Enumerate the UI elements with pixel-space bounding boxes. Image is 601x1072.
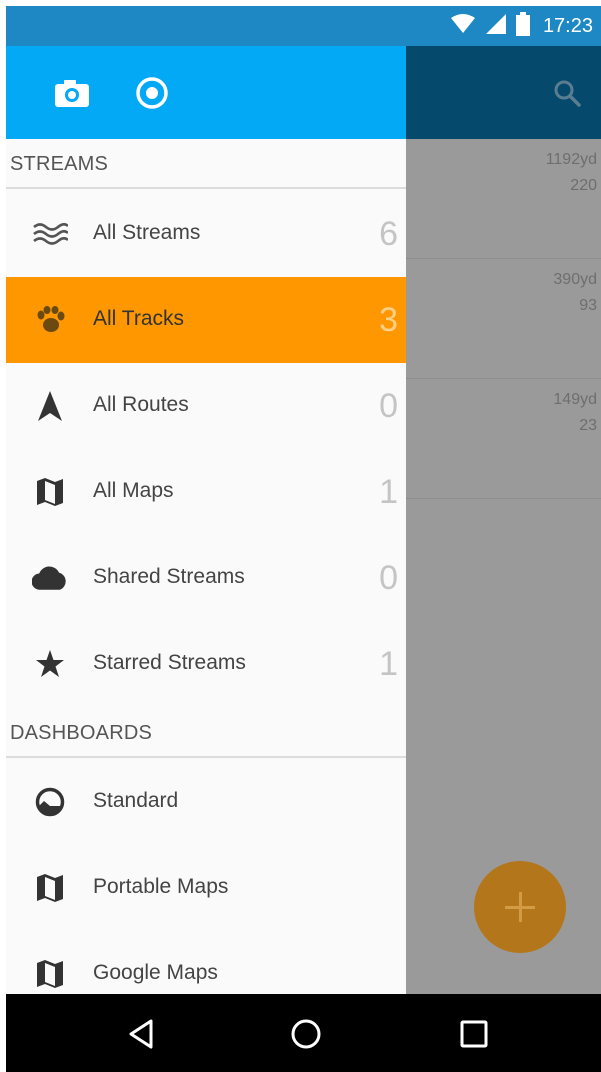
drawer-item-count: 6 xyxy=(379,215,398,253)
drawer-item-label: All Routes xyxy=(93,393,189,416)
value-text: 23 xyxy=(579,417,597,434)
drawer-item-label: All Streams xyxy=(93,221,201,244)
drawer-item-label: All Maps xyxy=(93,479,174,502)
drawer-item-count: 3 xyxy=(379,301,398,339)
home-icon[interactable] xyxy=(289,1017,323,1051)
drawer-item-all-streams[interactable]: All Streams 6 xyxy=(6,191,406,277)
drawer-item-google-maps[interactable]: Google Maps xyxy=(6,931,406,994)
drawer-item-count: 1 xyxy=(379,645,398,683)
value-text: 93 xyxy=(579,297,597,314)
map-icon xyxy=(32,476,68,508)
drawer-item-all-tracks[interactable]: All Tracks 3 xyxy=(6,277,406,363)
drawer-item-label: Starred Streams xyxy=(93,651,246,674)
drawer-item-standard[interactable]: Standard xyxy=(6,759,406,845)
list-item[interactable]: 149yd 23 xyxy=(406,379,601,499)
drawer-item-count: 1 xyxy=(379,473,398,511)
list-item[interactable]: 1192yd 220 xyxy=(406,139,601,259)
battery-icon xyxy=(515,11,530,41)
paw-icon xyxy=(32,304,68,336)
dashboards-section-header: DASHBOARDS xyxy=(6,708,406,758)
drawer-item-count: 0 xyxy=(379,387,398,425)
map-icon xyxy=(32,872,68,904)
recents-icon[interactable] xyxy=(457,1017,491,1051)
camera-icon[interactable] xyxy=(55,76,89,110)
record-icon[interactable] xyxy=(135,76,169,110)
distance-text: 1192yd xyxy=(545,151,597,168)
search-icon[interactable] xyxy=(553,79,581,112)
drawer-item-label: Standard xyxy=(93,789,179,812)
drawer-header xyxy=(6,46,406,139)
drawer-item-portable-maps[interactable]: Portable Maps xyxy=(6,845,406,931)
drawer-item-starred-streams[interactable]: Starred Streams 1 xyxy=(6,621,406,707)
drawer-item-shared-streams[interactable]: Shared Streams 0 xyxy=(6,535,406,621)
distance-text: 390yd xyxy=(553,271,597,288)
drawer-item-all-maps[interactable]: All Maps 1 xyxy=(6,449,406,535)
drawer-item-label: Shared Streams xyxy=(93,565,245,588)
drawer-item-label: All Tracks xyxy=(93,307,185,330)
system-nav-bar xyxy=(6,994,601,1072)
gauge-icon xyxy=(32,786,68,818)
drawer-item-label: Portable Maps xyxy=(93,875,229,898)
drawer-item-label: Google Maps xyxy=(93,961,218,984)
map-icon xyxy=(32,958,68,990)
navigation-arrow-icon xyxy=(32,390,68,422)
waves-icon xyxy=(32,218,68,250)
drawer-item-count: 0 xyxy=(379,559,398,597)
status-time: 17:23 xyxy=(542,14,593,37)
navigation-drawer: STREAMS All Streams 6 All Tracks 3 All R… xyxy=(6,46,406,994)
cloud-icon xyxy=(32,562,68,594)
value-text: 220 xyxy=(570,177,597,194)
drawer-item-all-routes[interactable]: All Routes 0 xyxy=(6,363,406,449)
star-icon xyxy=(32,648,68,680)
signal-icon xyxy=(485,13,507,40)
background-content: 1192yd 220 390yd 93 149yd 23 xyxy=(406,46,601,994)
add-button[interactable] xyxy=(474,861,566,953)
list-item[interactable]: 390yd 93 xyxy=(406,259,601,379)
status-bar: 17:23 xyxy=(6,6,601,46)
distance-text: 149yd xyxy=(553,391,597,408)
streams-section-header: STREAMS xyxy=(6,139,406,189)
app-toolbar xyxy=(406,46,601,139)
wifi-icon xyxy=(450,13,476,39)
back-icon[interactable] xyxy=(124,1017,158,1051)
